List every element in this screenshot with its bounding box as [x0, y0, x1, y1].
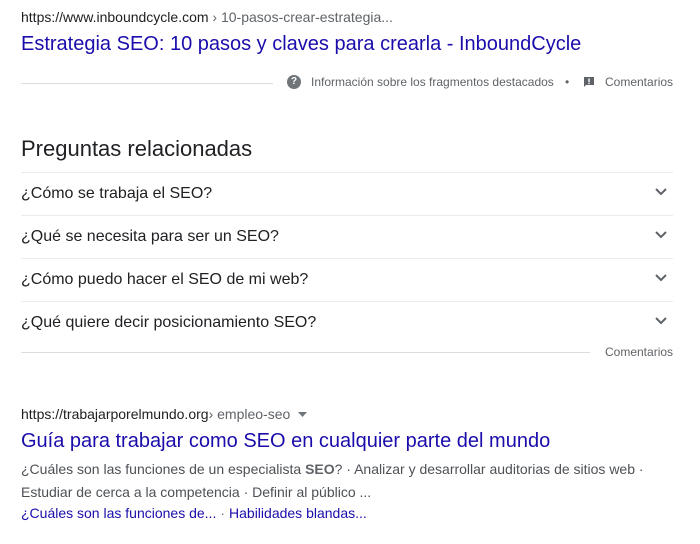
featured-snippet-feedback-button[interactable]: Comentarios: [583, 75, 673, 89]
chevron-down-icon: [655, 231, 667, 239]
related-question-text: ¿Cómo puedo hacer el SEO de mi web?: [21, 271, 309, 288]
result-1-title-link[interactable]: Estrategia SEO: 10 pasos y claves para c…: [21, 33, 581, 56]
help-circle-icon: ?: [287, 75, 301, 89]
result-1-path: › 10-pasos-crear-estrategia...: [208, 9, 393, 25]
related-questions-feedback-button[interactable]: Comentarios: [605, 345, 673, 359]
related-question-1[interactable]: ¿Cómo se trabaja el SEO?: [21, 173, 673, 216]
result-2-domain: https://trabajarporelmundo.org: [21, 406, 209, 422]
result-2-snippet: ¿Cuáles son las funciones de un especial…: [21, 458, 661, 504]
search-results-page: https://www.inboundcycle.com › 10-pasos-…: [0, 0, 700, 544]
related-question-text: ¿Cómo se trabaja el SEO?: [21, 185, 213, 202]
related-question-text: ¿Qué se necesita para ser un SEO?: [21, 228, 279, 245]
chevron-down-icon: [655, 188, 667, 196]
result-2-sitelinks: ¿Cuáles son las funciones de... · Habilida…: [21, 505, 367, 521]
related-question-3[interactable]: ¿Cómo puedo hacer el SEO de mi web?: [21, 259, 673, 302]
result-2-title-link[interactable]: Guía para trabajar como SEO en cualquier…: [21, 430, 550, 453]
related-questions-divider: [21, 352, 590, 353]
related-question-2[interactable]: ¿Qué se necesita para ser un SEO?: [21, 216, 673, 259]
snippet-text-start: ¿Cuáles son las funciones de un especial…: [21, 461, 306, 477]
chevron-down-icon: [655, 274, 667, 282]
featured-snippet-feedback-label: Comentarios: [605, 75, 674, 89]
result-2-url[interactable]: https://trabajarporelmundo.org › empleo-…: [21, 406, 308, 422]
feedback-icon: [584, 77, 594, 87]
result-1-domain: https://www.inboundcycle.com: [21, 9, 209, 25]
footer-separator: •: [565, 75, 570, 89]
result-1-url[interactable]: https://www.inboundcycle.com › 10-pasos-…: [21, 9, 393, 25]
sitelink-soft-skills[interactable]: Habilidades blandas...: [229, 505, 367, 521]
caret-down-icon[interactable]: [298, 411, 308, 417]
featured-snippet-about-link[interactable]: ? Información sobre los fragmentos desta…: [287, 75, 554, 89]
chevron-down-icon: [655, 317, 667, 325]
related-question-text: ¿Qué quiere decir posicionamiento SEO?: [21, 314, 317, 331]
sitelink-separator: ·: [220, 505, 226, 521]
snippet-highlight: SEO: [305, 461, 335, 477]
related-questions-heading: Preguntas relacionadas: [21, 136, 253, 161]
featured-snippet-divider: [21, 83, 273, 84]
related-question-4[interactable]: ¿Qué quiere decir posicionamiento SEO?: [21, 302, 673, 344]
sitelink-functions[interactable]: ¿Cuáles son las funciones de...: [21, 505, 216, 521]
result-2-path: › empleo-seo: [208, 406, 291, 422]
featured-snippet-about-label: Información sobre los fragmentos destaca…: [311, 75, 554, 89]
related-questions-list: ¿Cómo se trabaja el SEO? ¿Qué se necesit…: [21, 172, 673, 344]
